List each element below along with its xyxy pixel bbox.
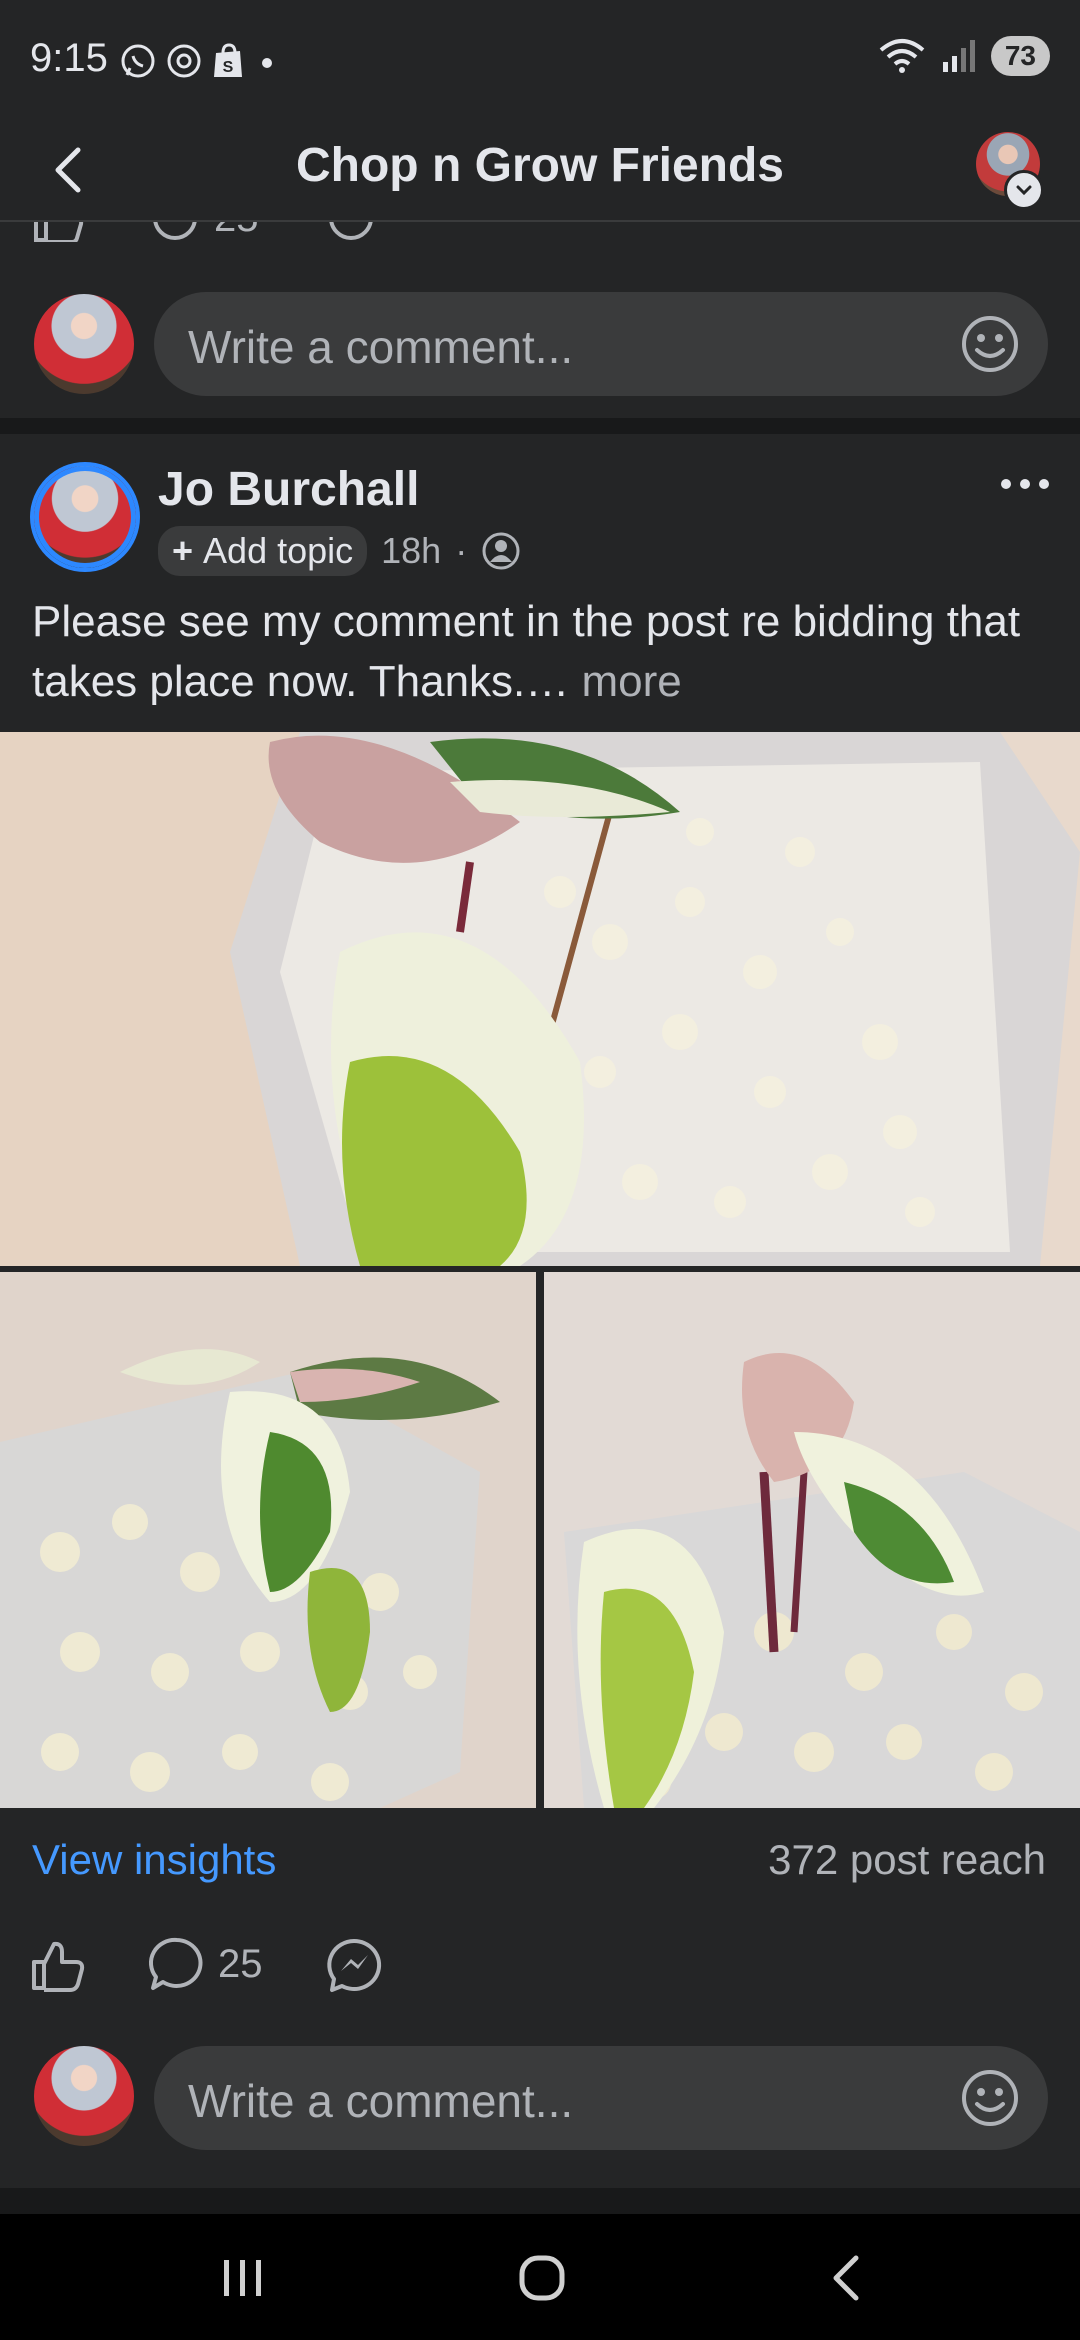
comment-input[interactable]: Write a comment... <box>154 292 1048 396</box>
user-avatar <box>34 2046 134 2146</box>
author-avatar[interactable] <box>34 466 136 568</box>
post-body: Please see my comment in the post re bid… <box>32 592 1042 712</box>
group-members-icon <box>482 532 520 570</box>
add-topic-label: Add topic <box>203 530 354 571</box>
view-insights-link[interactable]: View insights <box>32 1836 276 1884</box>
dot-icon <box>262 58 272 68</box>
shopify-icon: S <box>214 43 242 77</box>
status-bar: 9:15 S 73 <box>0 0 1080 120</box>
post-time[interactable]: 18h <box>381 530 441 572</box>
messenger-icon[interactable] <box>326 222 380 242</box>
divider <box>0 418 1080 434</box>
comment-placeholder: Write a comment... <box>188 321 574 373</box>
post-reach: 372 post reach <box>768 1836 1046 1883</box>
system-nav-bar <box>0 2214 1080 2340</box>
page-title: Chop n Grow Friends <box>296 139 784 192</box>
plus-icon: + <box>172 530 194 571</box>
chevron-down-icon[interactable] <box>1004 170 1044 210</box>
post-photo-main[interactable] <box>0 732 1080 1266</box>
like-icon[interactable] <box>30 1938 86 1994</box>
divider <box>0 2188 1080 2214</box>
post-photo-2[interactable] <box>0 1272 536 1808</box>
comment-icon[interactable] <box>148 1936 206 1996</box>
clipped-actions-row: 25 <box>0 222 1080 242</box>
post-card: Jo Burchall + Add topic 18h · Please see … <box>0 434 1080 2188</box>
status-right-icons: 73 <box>877 36 1050 76</box>
plant-photo-3 <box>544 1272 1080 1808</box>
more-options-icon[interactable] <box>998 474 1052 494</box>
signal-icon <box>942 40 975 72</box>
emoji-icon[interactable] <box>960 2068 1020 2128</box>
svg-text:S: S <box>223 59 234 76</box>
messenger-icon[interactable] <box>324 1936 384 1996</box>
status-left-icons: S <box>118 40 282 82</box>
comment-placeholder: Write a comment... <box>188 2075 574 2127</box>
threads-icon <box>167 44 201 78</box>
like-icon[interactable] <box>32 222 86 242</box>
home-icon[interactable] <box>518 2254 566 2302</box>
post-photo-3[interactable] <box>544 1272 1080 1808</box>
comment-input[interactable]: Write a comment... <box>154 2046 1048 2150</box>
battery-icon: 73 <box>990 36 1050 76</box>
post-text: Please see my comment in the post re bid… <box>32 597 1021 706</box>
add-topic-button[interactable]: + Add topic <box>158 526 368 576</box>
comment-count: 25 <box>218 1942 263 1986</box>
see-more-link[interactable]: more <box>582 657 682 706</box>
recent-apps-icon[interactable] <box>218 2256 268 2300</box>
meta-separator: · <box>455 530 468 571</box>
comment-count: 25 <box>214 222 259 241</box>
user-avatar <box>34 294 134 394</box>
author-name[interactable]: Jo Burchall <box>158 462 419 517</box>
emoji-icon[interactable] <box>960 314 1020 374</box>
whatsapp-icon <box>121 44 155 78</box>
plant-photo-1 <box>0 732 1080 1266</box>
wifi-icon <box>879 39 925 73</box>
post-meta-row: + Add topic 18h · <box>158 526 521 576</box>
system-back-icon[interactable] <box>826 2254 866 2302</box>
previous-post-footer: 25 Write a comment... <box>0 222 1080 418</box>
group-header: Chop n Grow Friends <box>0 120 1080 222</box>
status-time: 9:15 <box>30 36 108 80</box>
comment-icon[interactable] <box>150 222 204 242</box>
plant-photo-2 <box>0 1272 536 1808</box>
